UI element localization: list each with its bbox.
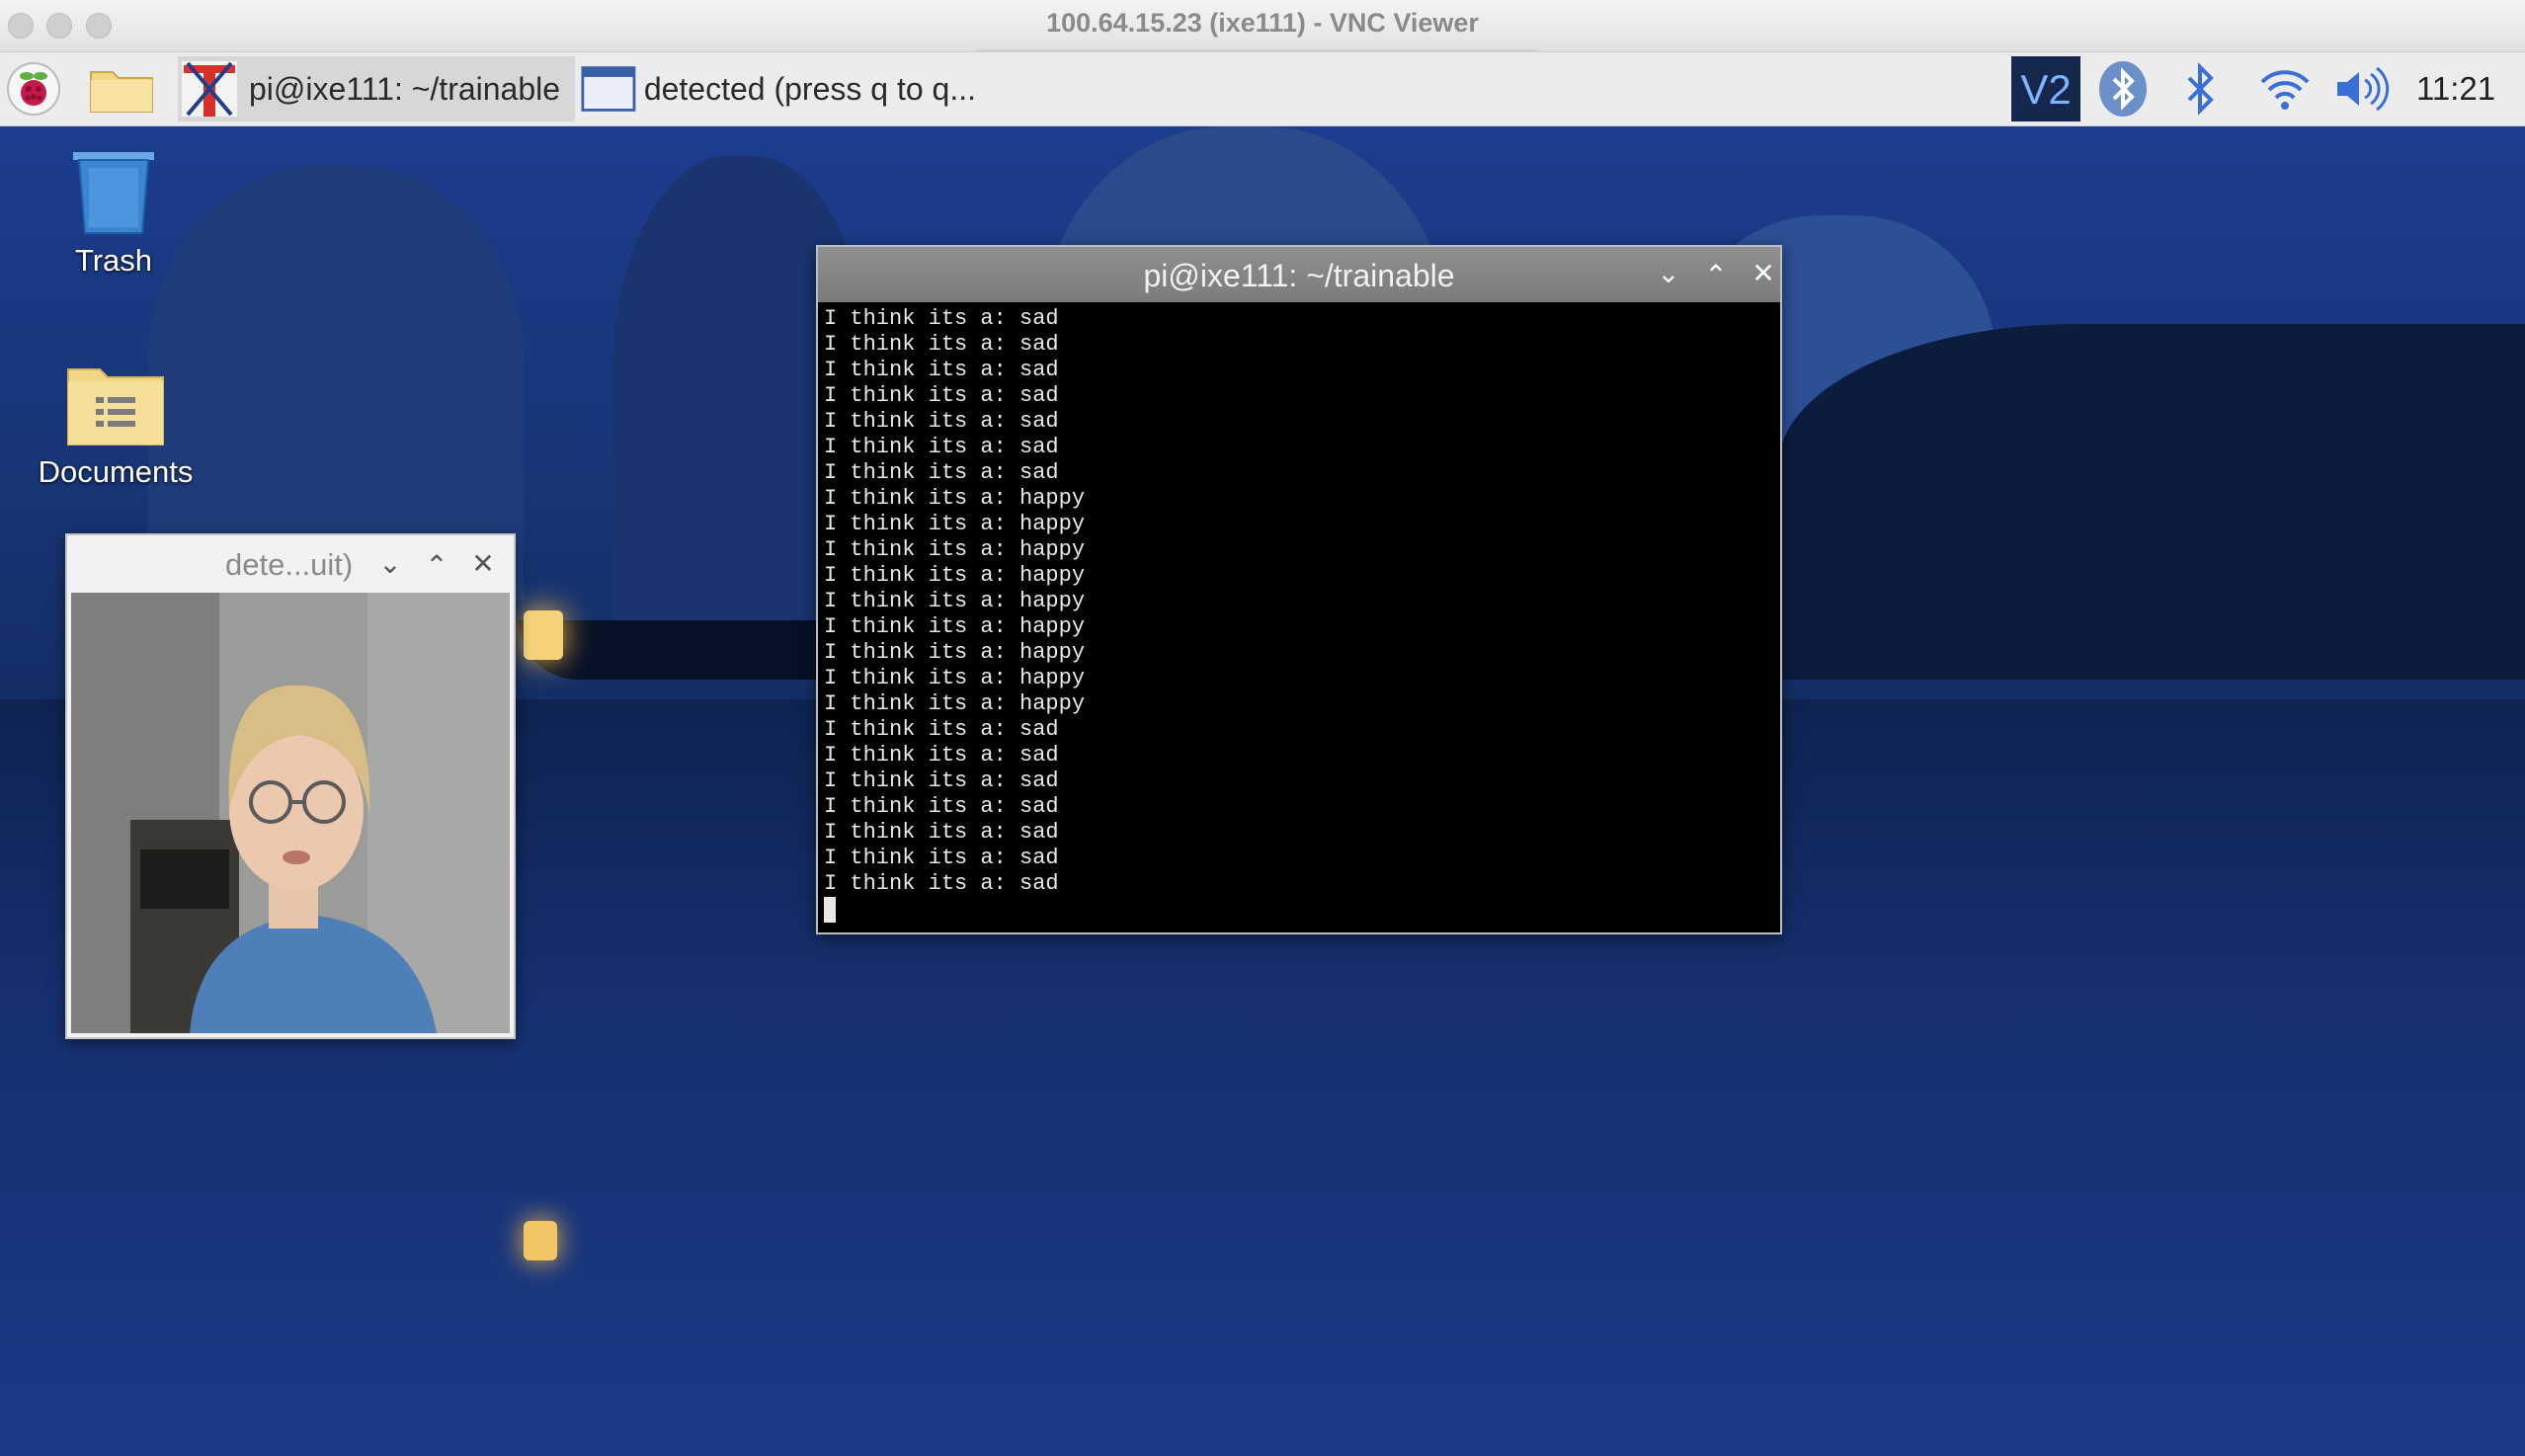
terminal-line: I think its a: sad [824,820,1059,845]
terminal-line: I think its a: sad [824,306,1059,331]
wifi-tray-button[interactable] [2258,52,2314,125]
desktop-icon-trash[interactable]: Trash [30,150,198,279]
bluetooth-icon [2099,61,2147,117]
tree-line [1778,324,2525,680]
terminal-line: I think its a: sad [824,435,1059,459]
vnc-server-tray-button[interactable]: V2 [2011,52,2082,125]
terminal-title: pi@ixe111: ~/trainable [1143,258,1455,293]
terminal-line: I think its a: sad [824,768,1059,793]
detection-title: dete...uit) [225,547,354,582]
terminal-line: I think its a: sad [824,794,1059,819]
desktop-icon-trash-label: Trash [74,243,153,278]
camera-frame-image [71,593,510,1033]
trash-icon [73,152,154,234]
terminal-cursor [824,897,836,923]
task-detected[interactable]: detected (press q to q... [581,56,976,121]
minimize-button[interactable]: ⌄ [1652,257,1685,289]
bluetooth-badge-button[interactable] [2096,52,2156,125]
terminal-line: I think its a: happy [824,640,1086,665]
maximize-button[interactable]: ⌃ [420,549,453,582]
volume-tray-button[interactable] [2333,52,2393,125]
detection-window[interactable]: dete...uit) ⌄ ⌃ ✕ [65,533,516,1039]
terminal-line: I think its a: sad [824,871,1059,896]
terminal-line: I think its a: happy [824,537,1086,562]
task-terminal[interactable]: pi@ixe111: ~/trainable [178,56,575,121]
terminal-line: I think its a: sad [824,358,1059,382]
terminal-line: I think its a: sad [824,460,1059,485]
maximize-button[interactable]: ⌃ [1699,259,1733,291]
bluetooth-tray-button[interactable] [2181,52,2231,125]
desktop-icon-documents-label: Documents [38,454,194,489]
terminal-line: I think its a: happy [824,614,1086,639]
desktop-icon-documents[interactable]: Documents [22,364,209,490]
window-icon [581,66,636,112]
folder-icon [90,71,153,113]
lantern-reflection [524,1221,557,1260]
terminal-line: I think its a: happy [824,512,1086,536]
terminal-line: I think its a: sad [824,743,1059,768]
minimize-button[interactable]: ⌄ [373,547,407,580]
terminal-line: I think its a: sad [824,383,1059,408]
raspberry-pi-menu-button[interactable] [6,52,63,125]
terminal-line: I think its a: happy [824,486,1086,511]
taskbar-panel: pi@ixe111: ~/trainable detected (press q… [0,52,2525,126]
terminal-line: I think its a: happy [824,666,1086,690]
terminal-line: I think its a: sad [824,717,1059,742]
terminal-titlebar[interactable]: pi@ixe111: ~/trainable ⌄ ⌃ ✕ [818,247,1780,302]
terminal-line: I think its a: happy [824,589,1086,613]
detection-titlebar[interactable]: dete...uit) ⌄ ⌃ ✕ [67,535,514,591]
wifi-icon [2260,70,2310,110]
terminal-line: I think its a: happy [824,563,1086,588]
terminal-output[interactable]: I think its a: sad I think its a: sad I th… [818,302,1780,923]
volume-icon [2337,66,2390,112]
camera-feed [71,593,510,1033]
raspberry-pi-icon [7,62,60,116]
task-detected-label: detected (press q to q... [643,70,976,107]
terminal-window[interactable]: pi@ixe111: ~/trainable ⌄ ⌃ ✕ I think its… [816,245,1782,934]
file-manager-launcher[interactable] [89,52,158,125]
terminal-line: I think its a: happy [824,691,1086,716]
terminal-icon [182,61,237,117]
close-button[interactable]: ✕ [1747,257,1780,289]
svg-text:V2: V2 [2020,66,2071,113]
lantern [524,610,563,660]
documents-folder-icon [67,368,164,445]
terminal-line: I think its a: sad [824,409,1059,434]
clock[interactable]: 11:21 [2416,52,2515,125]
task-terminal-label: pi@ixe111: ~/trainable [249,70,561,107]
terminal-line: I think its a: sad [824,846,1059,870]
close-button[interactable]: ✕ [466,547,500,580]
window-title: 100.64.15.23 (ixe111) - VNC Viewer [1046,8,1479,38]
vnc-viewer-titlebar: 100.64.15.23 (ixe111) - VNC Viewer [0,0,2525,53]
terminal-line: I think its a: sad [824,332,1059,357]
vnc-icon: V2 [2011,56,2080,121]
bluetooth-icon [2187,62,2214,116]
